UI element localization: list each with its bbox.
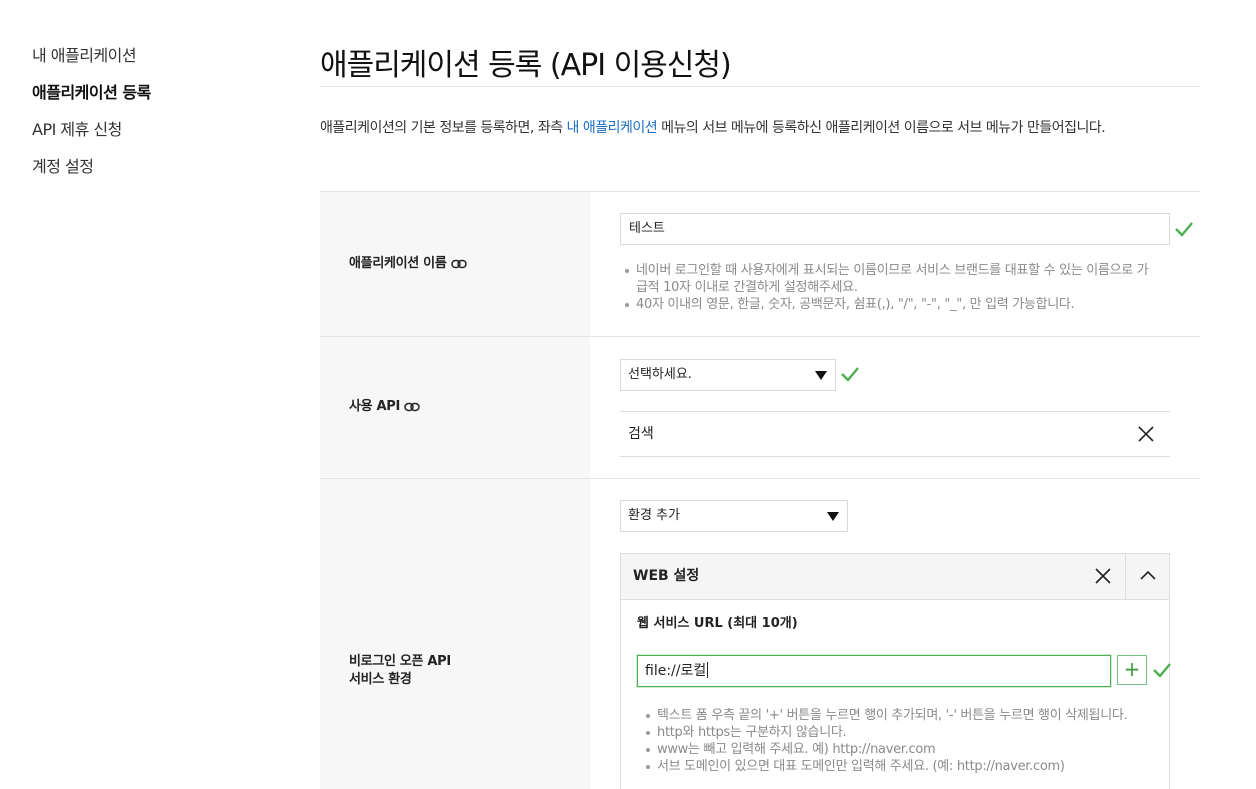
intro-text: 애플리케이션의 기본 정보를 등록하면, 좌측 내 애플리케이션 메뉴의 서브 …: [320, 114, 1200, 142]
note-item: www는 빼고 입력해 주세요. 예) http://naver.com: [641, 741, 1151, 758]
my-apps-link[interactable]: 내 애플리케이션: [567, 120, 658, 136]
intro-text-after: 메뉴의 서브 메뉴에 등록하신 애플리케이션 이름으로 서브 메뉴가 만들어집니…: [657, 120, 1106, 136]
note-item: 네이버 로그인할 때 사용자에게 표시되는 이름이므로 서비스 브랜드를 대표할…: [620, 262, 1160, 296]
app-name-label: 애플리케이션 이름: [349, 255, 467, 273]
check-icon: [1153, 663, 1171, 678]
sidebar-item-api-partnership[interactable]: API 제휴 신청: [32, 118, 262, 155]
web-url-label: 웹 서비스 URL (최대 10개): [637, 616, 798, 631]
check-icon: [841, 367, 859, 382]
service-env-label: 비로그인 오픈 API 서비스 환경: [349, 654, 451, 687]
note-item: http와 https는 구분하지 않습니다.: [641, 724, 1151, 741]
web-settings-panel: WEB 설정 웹 서비스 URL (최대 10개) file://로컬 + 텍스…: [620, 553, 1171, 789]
close-icon[interactable]: [1138, 426, 1154, 442]
web-url-input[interactable]: file://로컬: [637, 655, 1111, 687]
selected-api-label: 검색: [628, 426, 654, 442]
note-item: 서브 도메인이 있으면 대표 도메인만 입력해 주세요. (예: http://…: [641, 758, 1151, 775]
sidebar-item-account-settings[interactable]: 계정 설정: [32, 155, 262, 192]
add-url-button[interactable]: +: [1117, 655, 1147, 685]
app-name-body: 테스트 네이버 로그인할 때 사용자에게 표시되는 이름이므로 서비스 브랜드를…: [590, 192, 1200, 336]
api-select-value: 선택하세요.: [628, 367, 692, 382]
api-select[interactable]: 선택하세요.: [620, 359, 836, 391]
web-settings-header: WEB 설정: [621, 554, 1169, 600]
selected-api-item: 검색: [620, 411, 1170, 457]
app-name-input[interactable]: 테스트: [620, 213, 1170, 245]
close-icon[interactable]: [1095, 568, 1111, 584]
note-item: 텍스트 폼 우측 끝의 '+' 버튼을 누르면 행이 추가되며, '-' 버튼을…: [641, 707, 1151, 724]
title-divider: [320, 86, 1200, 87]
app-name-label-cell: 애플리케이션 이름: [320, 192, 590, 336]
check-icon: [1175, 222, 1193, 237]
register-form: 애플리케이션 이름 테스트 네이버 로그인할 때 사용자에게 표시되는 이름이므…: [320, 191, 1200, 789]
web-url-notes: 텍스트 폼 우측 끝의 '+' 버튼을 누르면 행이 추가되며, '-' 버튼을…: [641, 707, 1151, 775]
env-select-value: 환경 추가: [628, 508, 680, 523]
sidebar-item-my-apps[interactable]: 내 애플리케이션: [32, 44, 262, 81]
note-item: 40자 이내의 영문, 한글, 숫자, 공백문자, 쉼표(,), "/", "-…: [620, 296, 1160, 313]
app-name-row: 애플리케이션 이름 테스트 네이버 로그인할 때 사용자에게 표시되는 이름이므…: [320, 192, 1200, 337]
page-title: 애플리케이션 등록 (API 이용신청): [320, 48, 732, 83]
api-label-cell: 사용 API: [320, 337, 590, 478]
env-add-select[interactable]: 환경 추가: [620, 500, 848, 532]
web-settings-title: WEB 설정: [633, 568, 700, 584]
link-icon: [404, 402, 420, 412]
text-caret: [707, 662, 709, 678]
sidebar-item-register-app[interactable]: 애플리케이션 등록: [32, 81, 262, 118]
service-env-body: 환경 추가 WEB 설정 웹 서비스 URL (최대 10개) file://로…: [590, 479, 1200, 789]
web-url-value: file://로컬: [645, 663, 707, 679]
sidebar: 내 애플리케이션 애플리케이션 등록 API 제휴 신청 계정 설정: [32, 44, 262, 192]
service-env-label-cell: 비로그인 오픈 API 서비스 환경: [320, 479, 590, 789]
dropdown-arrow-icon: [827, 512, 839, 521]
app-name-notes: 네이버 로그인할 때 사용자에게 표시되는 이름이므로 서비스 브랜드를 대표할…: [620, 262, 1160, 313]
intro-text-before: 애플리케이션의 기본 정보를 등록하면, 좌측: [320, 120, 567, 136]
chevron-up-icon: [1140, 570, 1156, 580]
dropdown-arrow-icon: [815, 371, 827, 380]
api-label: 사용 API: [349, 398, 420, 416]
api-body: 선택하세요. 검색: [590, 337, 1200, 478]
link-icon: [450, 259, 467, 269]
service-env-row: 비로그인 오픈 API 서비스 환경 환경 추가 WEB 설정 웹 서비스 UR…: [320, 479, 1200, 789]
api-row: 사용 API 선택하세요. 검색: [320, 337, 1200, 479]
collapse-button[interactable]: [1125, 554, 1169, 599]
